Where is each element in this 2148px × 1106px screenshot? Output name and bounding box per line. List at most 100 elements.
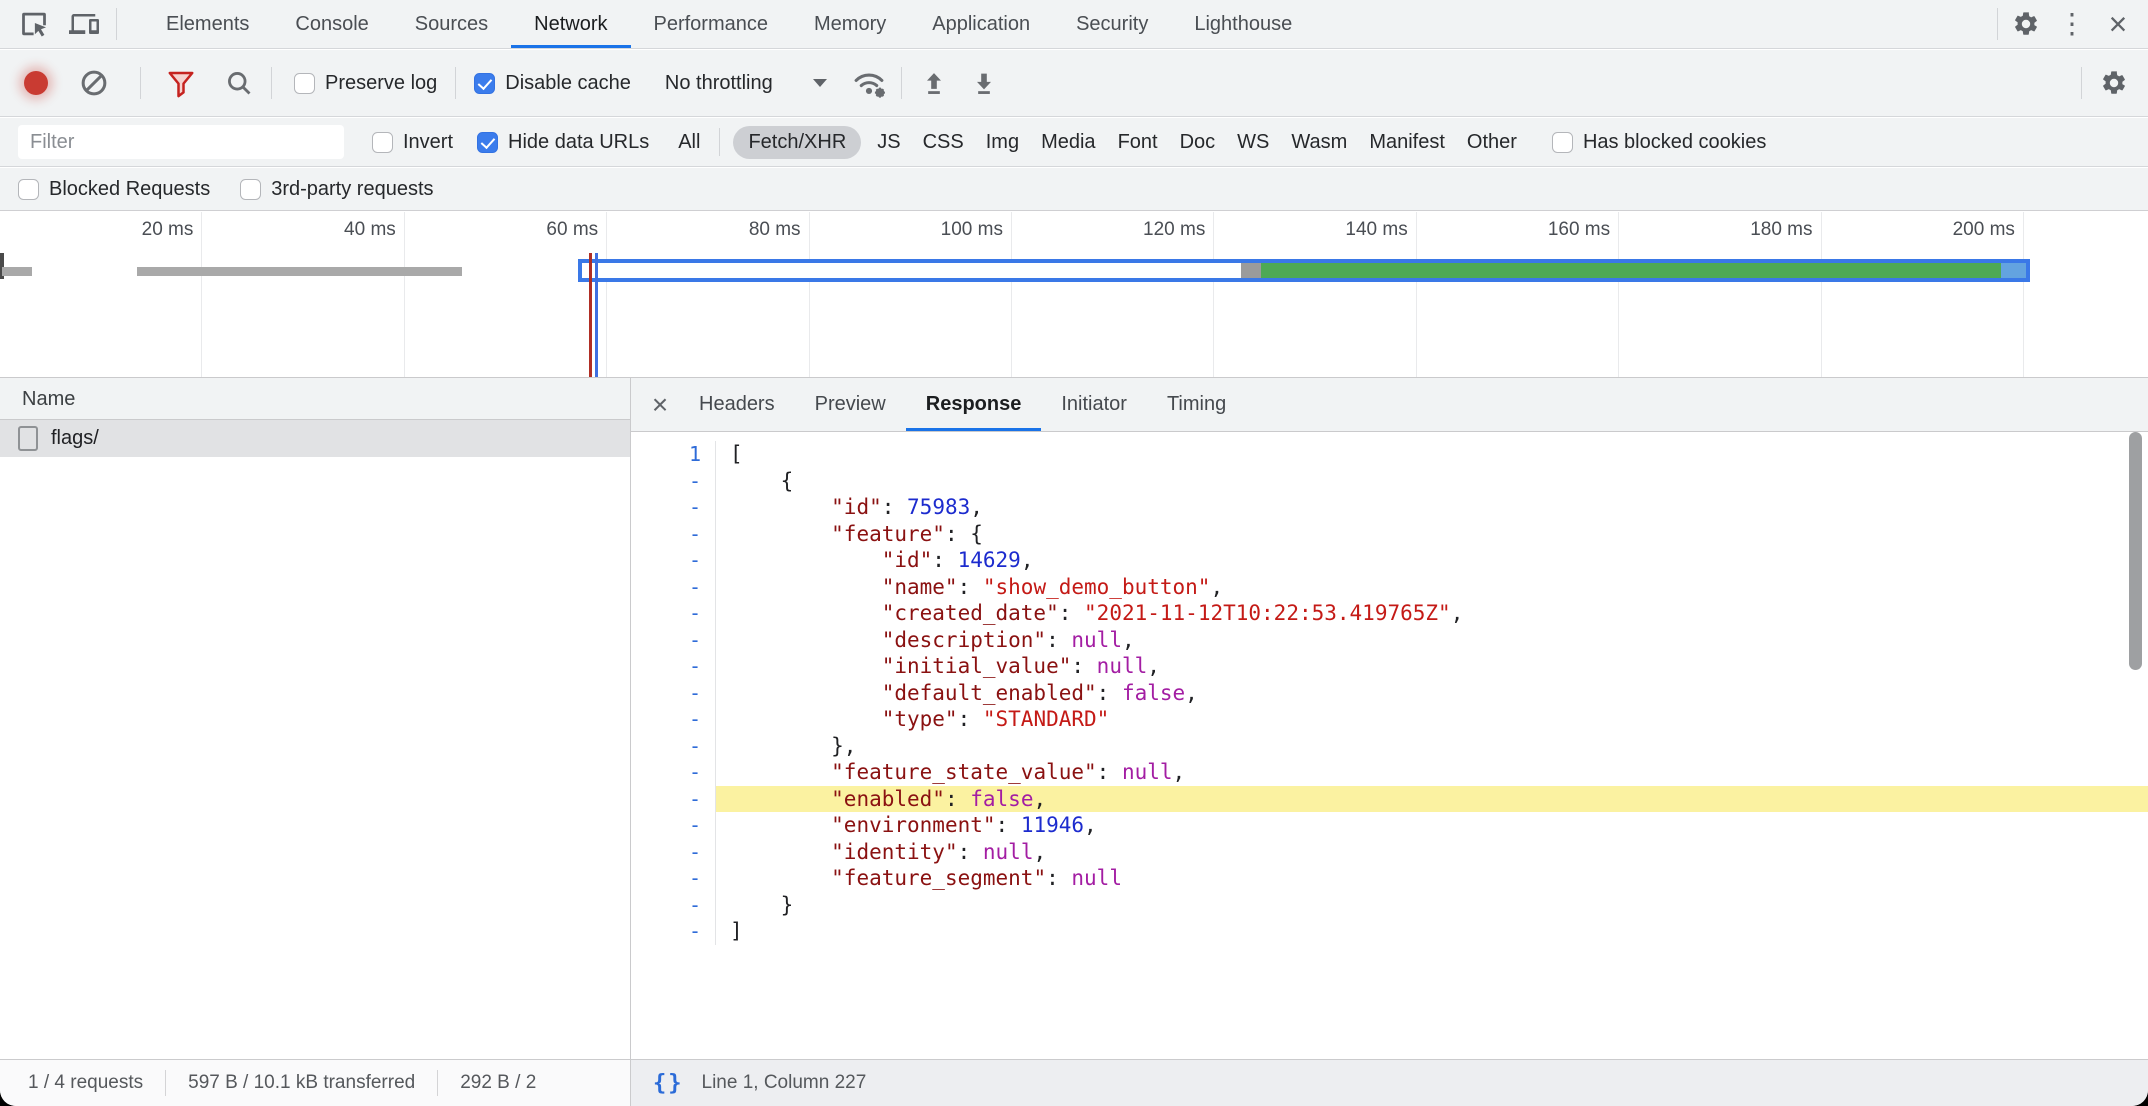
tab-lighthouse[interactable]: Lighthouse: [1171, 0, 1315, 48]
wrap-marker[interactable]: -: [631, 786, 716, 813]
wrap-marker[interactable]: -: [631, 627, 716, 654]
checkbox-box[interactable]: [477, 132, 498, 153]
tab-console[interactable]: Console: [272, 0, 391, 48]
tab-performance[interactable]: Performance: [631, 0, 792, 48]
token-p: [730, 628, 882, 652]
filter-type-font[interactable]: Font: [1107, 131, 1169, 154]
request-row[interactable]: flags/: [0, 420, 630, 457]
detail-tab-headers[interactable]: Headers: [679, 378, 795, 431]
wrap-marker[interactable]: -: [631, 892, 716, 919]
checkbox-box[interactable]: [372, 132, 393, 153]
filter-funnel-icon[interactable]: [163, 65, 199, 101]
wrap-marker[interactable]: -: [631, 865, 716, 892]
wrap-marker[interactable]: -: [631, 706, 716, 733]
filter-type-doc[interactable]: Doc: [1169, 131, 1227, 154]
filter-type-manifest[interactable]: Manifest: [1358, 131, 1456, 154]
settings-gear-icon[interactable]: [2008, 6, 2044, 42]
wrap-marker[interactable]: -: [631, 839, 716, 866]
wrap-marker[interactable]: -: [631, 918, 716, 945]
token-s: "2021-11-12T10:22:53.419765Z": [1084, 601, 1451, 625]
summary-item: 597 B / 10.1 kB transferred: [188, 1072, 415, 1094]
detail-tab-timing[interactable]: Timing: [1147, 378, 1246, 431]
token-k: "type": [882, 707, 958, 731]
document-icon: [18, 426, 38, 451]
filter-type-fetch-xhr[interactable]: Fetch/XHR: [733, 126, 861, 159]
wrap-marker[interactable]: -: [631, 812, 716, 839]
device-toolbar-icon[interactable]: [66, 6, 102, 42]
search-icon[interactable]: [221, 65, 257, 101]
token-k: "identity": [831, 840, 957, 864]
tab-memory[interactable]: Memory: [791, 0, 909, 48]
tab-security[interactable]: Security: [1053, 0, 1171, 48]
divider: [455, 67, 456, 99]
tab-sources[interactable]: Sources: [392, 0, 511, 48]
filter-type-img[interactable]: Img: [975, 131, 1030, 154]
format-braces-icon[interactable]: {}: [653, 1071, 684, 1096]
import-har-icon[interactable]: [916, 65, 952, 101]
kebab-menu-icon[interactable]: ⋮: [2054, 6, 2090, 42]
wrap-marker[interactable]: -: [631, 468, 716, 495]
token-a: false: [970, 787, 1033, 811]
throttling-select[interactable]: No throttling: [665, 72, 827, 95]
token-k: "feature": [831, 522, 945, 546]
clear-icon[interactable]: [76, 65, 112, 101]
blocked-requests-label: Blocked Requests: [49, 178, 210, 201]
inspect-element-icon[interactable]: [16, 6, 52, 42]
token-p: [730, 654, 882, 678]
network-overview[interactable]: 20 ms40 ms60 ms80 ms100 ms120 ms140 ms16…: [0, 212, 2148, 378]
filter-type-ws[interactable]: WS: [1226, 131, 1280, 154]
filter-type-wasm[interactable]: Wasm: [1280, 131, 1358, 154]
network-filter-bar: Invert Hide data URLs All Fetch/XHRJSCSSI…: [0, 118, 2148, 167]
wrap-marker[interactable]: -: [631, 680, 716, 707]
token-k: "feature_state_value": [831, 760, 1097, 784]
blocked-requests-checkbox[interactable]: Blocked Requests: [18, 178, 210, 201]
detail-tab-initiator[interactable]: Initiator: [1041, 378, 1147, 431]
filter-type-other[interactable]: Other: [1456, 131, 1528, 154]
response-viewer[interactable]: 1[- {- "id": 75983,- "feature": {- "id":…: [631, 432, 2148, 1059]
filter-input[interactable]: [18, 125, 344, 159]
token-p: ,: [1084, 813, 1097, 837]
token-p: ]: [730, 919, 743, 943]
invert-checkbox[interactable]: Invert: [372, 131, 453, 154]
wrap-marker[interactable]: -: [631, 574, 716, 601]
wrap-marker[interactable]: -: [631, 600, 716, 627]
token-n: 14629: [958, 548, 1021, 572]
filter-type-media[interactable]: Media: [1030, 131, 1106, 154]
detail-tab-response[interactable]: Response: [906, 378, 1042, 431]
checkbox-box[interactable]: [18, 179, 39, 200]
has-blocked-cookies-checkbox[interactable]: Has blocked cookies: [1552, 131, 1766, 154]
checkbox-box[interactable]: [474, 73, 495, 94]
tab-application[interactable]: Application: [909, 0, 1053, 48]
close-devtools-icon[interactable]: ×: [2100, 6, 2136, 42]
disable-cache-checkbox[interactable]: Disable cache: [474, 72, 631, 95]
tab-elements[interactable]: Elements: [143, 0, 272, 48]
network-conditions-icon[interactable]: [851, 65, 887, 101]
wrap-marker[interactable]: -: [631, 547, 716, 574]
wrap-marker[interactable]: -: [631, 653, 716, 680]
code-line: - "feature": {: [631, 521, 2148, 548]
filter-type-all[interactable]: All: [667, 131, 711, 154]
record-button[interactable]: [24, 71, 48, 95]
checkbox-box[interactable]: [1552, 132, 1573, 153]
filter-type-js[interactable]: JS: [866, 131, 911, 154]
code-text: },: [716, 733, 2148, 760]
close-detail-icon[interactable]: ×: [641, 378, 679, 431]
third-party-requests-checkbox[interactable]: 3rd-party requests: [240, 178, 433, 201]
hide-data-urls-checkbox[interactable]: Hide data URLs: [477, 131, 649, 154]
filter-type-css[interactable]: CSS: [912, 131, 975, 154]
detail-tab-preview[interactable]: Preview: [795, 378, 906, 431]
wrap-marker[interactable]: -: [631, 759, 716, 786]
wrap-marker[interactable]: -: [631, 521, 716, 548]
checkbox-box[interactable]: [240, 179, 261, 200]
wrap-marker[interactable]: -: [631, 733, 716, 760]
line-number[interactable]: 1: [631, 441, 716, 468]
wrap-marker[interactable]: -: [631, 494, 716, 521]
preserve-log-checkbox[interactable]: Preserve log: [294, 72, 437, 95]
network-settings-gear-icon[interactable]: [2096, 65, 2132, 101]
tab-network[interactable]: Network: [511, 0, 630, 48]
checkbox-box[interactable]: [294, 73, 315, 94]
export-har-icon[interactable]: [966, 65, 1002, 101]
token-p: [730, 601, 882, 625]
scrollbar[interactable]: [2129, 432, 2142, 670]
name-column-header[interactable]: Name: [0, 378, 630, 420]
